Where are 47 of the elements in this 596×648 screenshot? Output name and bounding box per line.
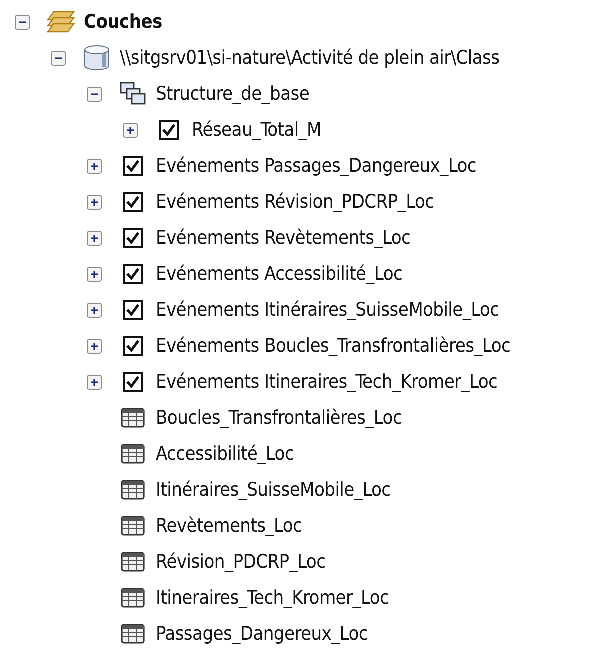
- layer-name[interactable]: Evénements Révision_PDCRP_Loc: [156, 191, 434, 213]
- table-icon: [121, 624, 145, 644]
- collapse-icon[interactable]: [51, 50, 66, 66]
- expand-icon[interactable]: [87, 302, 102, 318]
- layer-name[interactable]: Révision_PDCRP_Loc: [156, 551, 326, 573]
- expand-icon[interactable]: [87, 338, 102, 354]
- layer-name[interactable]: Boucles_Transfrontalières_Loc: [156, 407, 402, 429]
- layers-icon: [46, 9, 76, 35]
- layer-name[interactable]: Structure_de_base: [156, 83, 310, 105]
- layer-name[interactable]: Evénements Revètements_Loc: [156, 227, 411, 249]
- layer-name[interactable]: Couches: [84, 11, 162, 33]
- checkbox[interactable]: [159, 120, 179, 140]
- group-layer-icon: [120, 82, 146, 106]
- database-icon: [83, 44, 111, 72]
- expand-icon[interactable]: [87, 230, 102, 246]
- expand-icon[interactable]: [87, 194, 102, 210]
- layer-name[interactable]: Evénements Itinéraires_SuisseMobile_Loc: [156, 299, 500, 321]
- layer-name[interactable]: Evénements Itineraires_Tech_Kromer_Loc: [156, 371, 498, 393]
- expand-icon[interactable]: [87, 374, 102, 390]
- table-icon: [121, 480, 145, 500]
- collapse-icon[interactable]: [15, 14, 30, 30]
- layer-name[interactable]: Evénements Passages_Dangereux_Loc: [156, 155, 476, 177]
- checkbox[interactable]: [123, 192, 143, 212]
- checkbox[interactable]: [123, 372, 143, 392]
- collapse-icon[interactable]: [87, 86, 102, 102]
- layer-name[interactable]: Itinéraires_SuisseMobile_Loc: [156, 479, 391, 501]
- table-icon: [121, 408, 145, 428]
- layer-name[interactable]: Accessibilité_Loc: [156, 443, 294, 465]
- layer-name[interactable]: \\sitgsrv01\si-nature\Activité de plein air\Class: [120, 47, 500, 69]
- checkbox[interactable]: [123, 300, 143, 320]
- checkbox[interactable]: [123, 264, 143, 284]
- expand-icon[interactable]: [87, 266, 102, 282]
- expand-icon[interactable]: [123, 122, 138, 138]
- layer-name[interactable]: Itineraires_Tech_Kromer_Loc: [156, 587, 390, 609]
- layer-name[interactable]: Revètements_Loc: [156, 515, 302, 537]
- checkbox[interactable]: [123, 228, 143, 248]
- table-icon: [121, 588, 145, 608]
- layer-name[interactable]: Evénements Accessibilité_Loc: [156, 263, 403, 285]
- layer-name[interactable]: Evénements Boucles_Transfrontalières_Loc: [156, 335, 511, 357]
- checkbox[interactable]: [123, 156, 143, 176]
- checkbox[interactable]: [123, 336, 143, 356]
- expand-icon[interactable]: [87, 158, 102, 174]
- table-icon: [121, 516, 145, 536]
- layer-name[interactable]: Passages_Dangereux_Loc: [156, 623, 368, 645]
- layer-name[interactable]: Réseau_Total_M: [192, 119, 322, 141]
- table-icon: [121, 552, 145, 572]
- table-icon: [121, 444, 145, 464]
